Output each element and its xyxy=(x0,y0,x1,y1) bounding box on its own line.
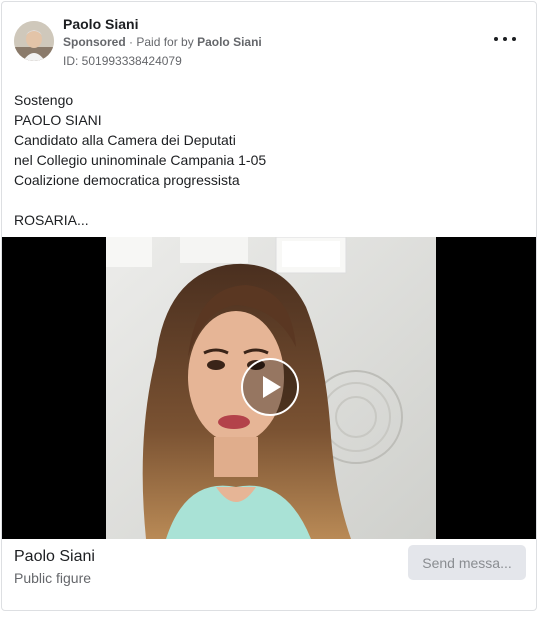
page-name[interactable]: Paolo Siani xyxy=(63,16,138,32)
more-horizontal-icon-dot xyxy=(503,37,507,41)
post-line: Coalizione democratica progressista xyxy=(14,172,240,188)
sponsored-label: Sponsored xyxy=(63,35,126,49)
ad-id: ID: 501993338424079 xyxy=(63,54,182,68)
footer-category: Public figure xyxy=(14,570,92,586)
post-line: Sostengo xyxy=(14,92,74,108)
paid-for-prefix: Paid for by xyxy=(136,35,194,49)
more-options-button[interactable] xyxy=(494,32,516,46)
post-line-truncated[interactable]: ROSARIA... xyxy=(14,210,266,230)
footer-page-name[interactable]: Paolo Siani xyxy=(14,548,95,566)
play-icon xyxy=(263,376,281,398)
avatar[interactable] xyxy=(14,21,54,61)
more-horizontal-icon xyxy=(494,37,498,41)
paid-for-name: Paolo Siani xyxy=(197,35,262,49)
video-player[interactable] xyxy=(2,237,536,539)
post-line: PAOLO SIANI xyxy=(14,112,102,128)
post-text: Sostengo PAOLO SIANI Candidato alla Came… xyxy=(14,90,266,230)
more-horizontal-icon-dot xyxy=(512,37,516,41)
avatar-image xyxy=(14,21,54,61)
play-button[interactable] xyxy=(241,358,299,416)
post-line xyxy=(14,190,266,210)
post-line: nel Collegio uninominale Campania 1-05 xyxy=(14,152,267,168)
post-line: Candidato alla Camera dei Deputati xyxy=(14,132,236,148)
send-message-button[interactable]: Send messa... xyxy=(408,545,526,580)
sponsored-line: Sponsored · Paid for by Paolo Siani xyxy=(63,35,262,49)
ad-card: Paolo Siani Sponsored · Paid for by Paol… xyxy=(1,1,537,611)
